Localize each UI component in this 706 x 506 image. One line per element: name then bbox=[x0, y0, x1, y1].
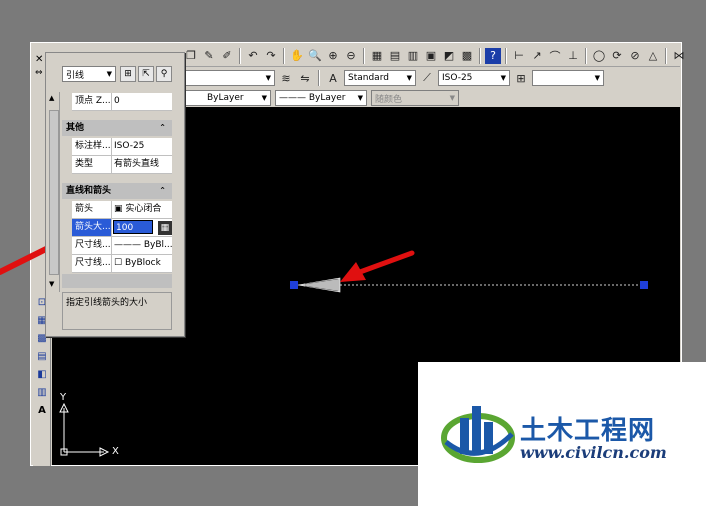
scrollbar-thumb[interactable] bbox=[49, 110, 59, 275]
property-key: 尺寸线... bbox=[72, 255, 112, 272]
object-type-value: 引线 bbox=[66, 70, 85, 81]
ucs-icon bbox=[59, 402, 110, 457]
toggle-pickadd-icon[interactable]: ⊞ bbox=[120, 66, 136, 82]
section-title: 直线和箭头 bbox=[66, 186, 112, 196]
watermark-title: 土木工程网 bbox=[520, 416, 656, 446]
arrow-size-input[interactable]: 100 bbox=[113, 220, 153, 234]
property-value: ——— ByBl... bbox=[112, 237, 172, 254]
property-key: 箭头大... bbox=[72, 219, 112, 236]
property-key: 标注样... bbox=[72, 138, 112, 155]
scroll-down-icon[interactable]: ▼ bbox=[49, 280, 54, 288]
calculator-icon[interactable]: ▦ bbox=[157, 221, 172, 235]
property-value: ☐ ByBlock bbox=[112, 255, 172, 272]
scroll-up-icon[interactable]: ▲ bbox=[49, 94, 54, 102]
watermark-url: www.civilcn.com bbox=[520, 443, 667, 462]
property-row[interactable]: 尺寸线... ——— ByBl... bbox=[72, 237, 172, 255]
close-icon[interactable]: ✕ bbox=[35, 54, 45, 66]
quick-select-icon[interactable]: ⚲ bbox=[156, 66, 172, 82]
property-key: 箭头 bbox=[72, 201, 112, 218]
property-key: 尺寸线... bbox=[72, 237, 112, 254]
object-type-select[interactable]: 引线 ▼ bbox=[62, 66, 116, 82]
annotation-arrow-canvas bbox=[340, 250, 415, 282]
section-other[interactable]: 其他 ⌃ bbox=[62, 120, 172, 136]
collapsed-section[interactable] bbox=[62, 274, 172, 288]
property-description: 指定引线箭头的大小 bbox=[62, 292, 172, 330]
collapse-icon[interactable]: ⌃ bbox=[159, 183, 166, 199]
property-value: ▣ 实心闭合 bbox=[112, 201, 172, 218]
property-key: 顶点 Z... bbox=[72, 93, 112, 110]
property-value: 有箭头直线 bbox=[112, 156, 172, 173]
ucs-x-label: X bbox=[112, 446, 119, 457]
ucs-y-label: Y bbox=[60, 392, 67, 403]
property-row[interactable]: 标注样... ISO-25 bbox=[72, 138, 172, 156]
property-value: 0 bbox=[112, 93, 172, 110]
property-row[interactable]: 尺寸线... ☐ ByBlock bbox=[72, 255, 172, 273]
grip-start[interactable] bbox=[290, 281, 298, 289]
auto-hide-icon[interactable]: ⇔ bbox=[35, 68, 45, 80]
section-title: 其他 bbox=[66, 123, 85, 133]
collapse-icon[interactable]: ⌃ bbox=[159, 120, 166, 136]
section-lines-arrows[interactable]: 直线和箭头 ⌃ bbox=[62, 183, 172, 199]
property-row-selected[interactable]: 箭头大... 100 ▦ bbox=[72, 219, 172, 237]
property-value-cell: 100 ▦ bbox=[112, 219, 172, 236]
grip-end[interactable] bbox=[640, 281, 648, 289]
leader-arrowhead[interactable] bbox=[297, 277, 341, 293]
property-row[interactable]: 类型 有箭头直线 bbox=[72, 156, 172, 174]
property-row[interactable]: 箭头 ▣ 实心闭合 bbox=[72, 201, 172, 219]
select-objects-icon[interactable]: ⇱ bbox=[138, 66, 154, 82]
property-key: 类型 bbox=[72, 156, 112, 173]
property-value: ISO-25 bbox=[112, 138, 172, 155]
property-row[interactable]: 顶点 Z... 0 bbox=[72, 93, 172, 111]
arrow-type-icon: ▣ bbox=[114, 204, 126, 214]
watermark-logo bbox=[441, 406, 515, 463]
